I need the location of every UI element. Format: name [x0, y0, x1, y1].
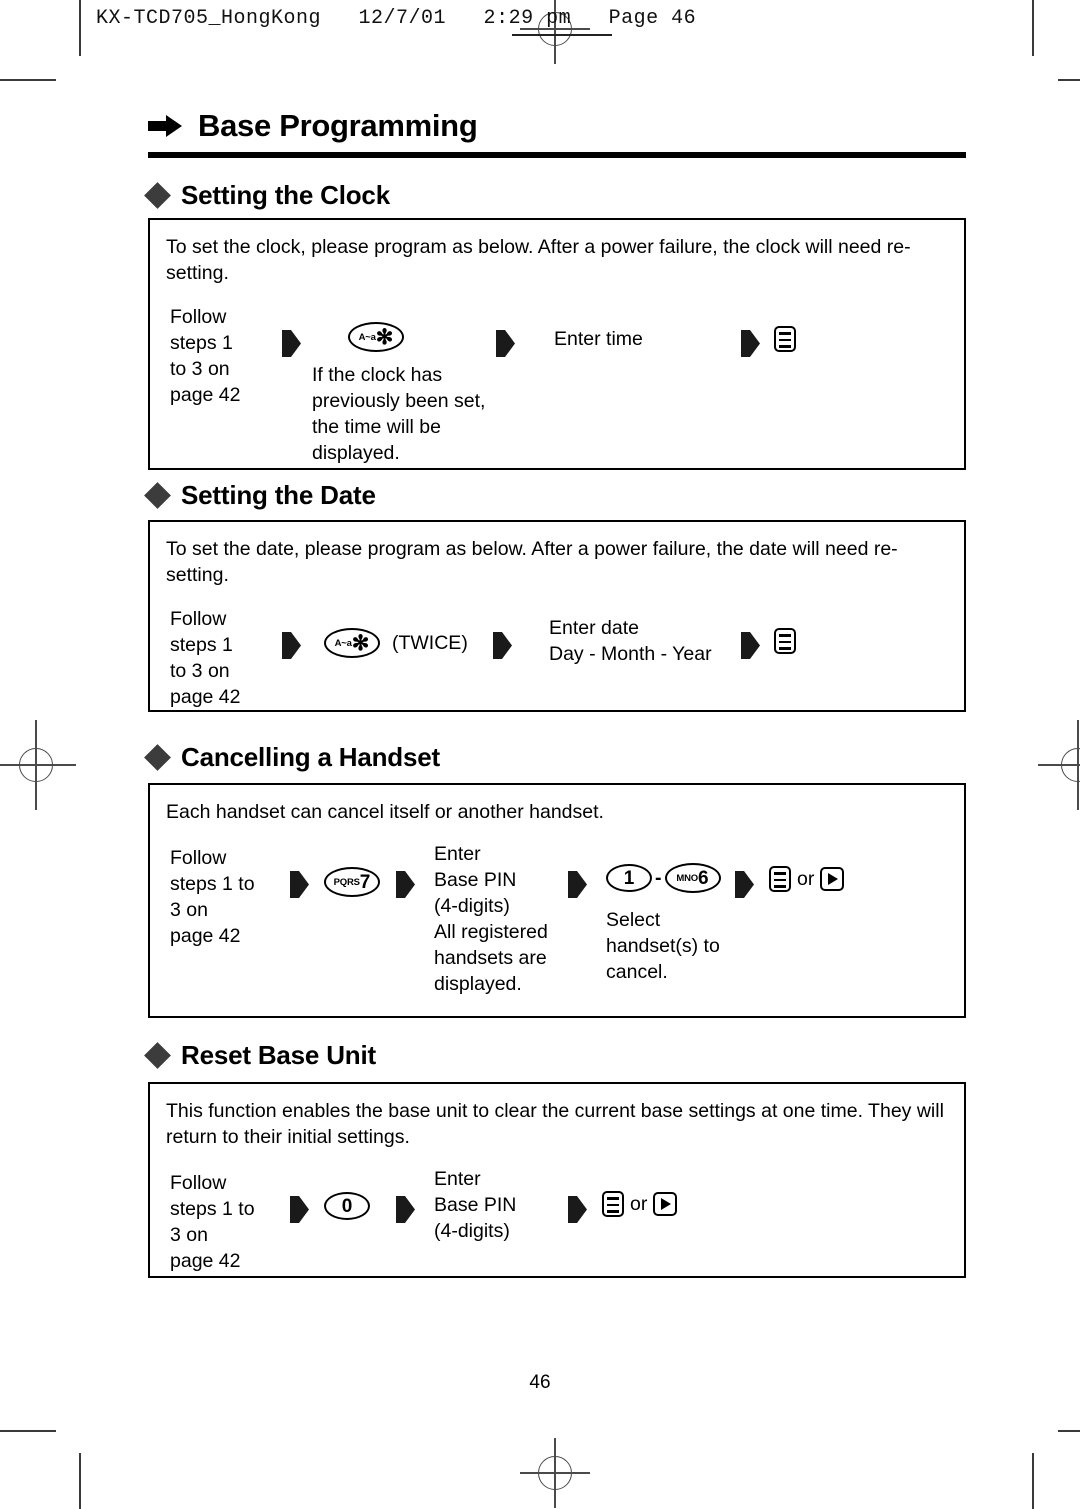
section-box-setting-the-date: To set the date, please program as below… — [148, 520, 966, 712]
step-confirm-menu-or-play: or — [602, 1191, 678, 1217]
step-label: Enter date Day - Month - Year — [549, 617, 712, 665]
document-page: Base Programming Setting the Clock To se… — [0, 0, 1080, 1509]
key-prefix-label: A~a — [334, 638, 352, 650]
section-heading-setting-the-date: Setting the Date — [144, 480, 376, 511]
step-pqrs7-key: PQRS 7 — [324, 867, 380, 897]
step-star-key: A~a ✻ If the clock has previously been se… — [312, 322, 548, 466]
menu-display-icon[interactable] — [774, 326, 796, 352]
key-prefix-label: MNO — [676, 873, 698, 885]
flow-arrow-icon — [566, 869, 588, 900]
right-arrow-icon — [148, 115, 182, 137]
key-pqrs-7[interactable]: PQRS 7 — [324, 867, 380, 897]
section-box-reset-base-unit: This function enables the base unit to c… — [148, 1082, 966, 1278]
section-title: Cancelling a Handset — [181, 742, 440, 772]
flow-arrow-icon — [288, 1194, 310, 1225]
key-a-to-a-star[interactable]: A~a ✻ — [348, 322, 404, 352]
diamond-bullet-icon — [144, 1042, 171, 1069]
step-follow-steps: Follow steps 1 to 3 on page 42 — [170, 1170, 290, 1274]
key-mno-6[interactable]: MNO 6 — [664, 863, 721, 893]
section-title: Setting the Clock — [181, 180, 390, 210]
section-title: Setting the Date — [181, 480, 376, 510]
section-box-cancelling-a-handset: Each handset can cancel itself or anothe… — [148, 783, 966, 1018]
diamond-bullet-icon — [144, 482, 171, 509]
step-follow-steps: Follow steps 1 to 3 on page 42 — [170, 606, 280, 710]
step-confirm-menu — [774, 628, 796, 654]
key-0[interactable]: 0 — [324, 1192, 370, 1220]
diamond-bullet-icon — [144, 744, 171, 771]
menu-display-icon[interactable] — [769, 866, 791, 892]
step-label: Follow steps 1 to 3 on page 42 — [170, 608, 241, 708]
key-glyph-label: 7 — [359, 871, 371, 893]
section-title: Reset Base Unit — [181, 1040, 376, 1070]
range-dash: - — [655, 866, 662, 889]
flow-arrow-icon — [394, 869, 416, 900]
flow-arrow-icon — [288, 869, 310, 900]
key-a-to-a-star[interactable]: A~a ✻ — [324, 628, 380, 658]
step-enter-date: Enter date Day - Month - Year — [549, 615, 759, 667]
or-label: or — [797, 867, 815, 890]
chapter-divider — [148, 152, 966, 158]
section-intro: This function enables the base unit to c… — [166, 1100, 944, 1148]
step-label: Follow steps 1 to 3 on page 42 — [170, 1172, 255, 1272]
key-glyph-label: 6 — [698, 867, 709, 889]
step-label: Follow steps 1 to 3 on page 42 — [170, 306, 241, 406]
step-confirm-menu-or-play: or — [769, 866, 845, 892]
step-zero-key: 0 — [324, 1192, 370, 1220]
key-glyph-label: 0 — [341, 1195, 353, 1217]
section-intro: Each handset can cancel itself or anothe… — [166, 801, 604, 823]
step-flow: Follow steps 1 to 3 on page 42 A~a ✻ If t… — [166, 304, 948, 464]
flow-arrow-icon — [491, 630, 513, 661]
play-right-icon[interactable] — [820, 867, 845, 891]
key-glyph-label: ✻ — [375, 325, 394, 349]
section-box-setting-the-clock: To set the clock, please program as belo… — [148, 218, 966, 470]
flow-arrow-icon — [739, 328, 761, 359]
step-flow: Follow steps 1 to 3 on page 42 0 Enter B… — [166, 1168, 948, 1280]
flow-arrow-icon — [494, 328, 516, 359]
step-enter-time: Enter time — [554, 326, 744, 352]
step-follow-steps: Follow steps 1 to 3 on page 42 — [170, 845, 290, 949]
play-right-icon[interactable] — [653, 1192, 678, 1216]
step-note: Select handset(s) to cancel. — [606, 909, 720, 983]
key-1[interactable]: 1 — [606, 864, 652, 892]
step-enter-base-pin: Enter Base PIN (4-digits) All registered… — [434, 841, 594, 997]
key-prefix-label: PQRS — [333, 877, 360, 889]
section-intro: To set the clock, please program as belo… — [166, 236, 911, 284]
chapter-heading: Base Programming — [148, 108, 968, 144]
section-heading-setting-the-clock: Setting the Clock — [144, 180, 390, 211]
step-label: Follow steps 1 to 3 on page 42 — [170, 847, 255, 947]
key-glyph-label: 1 — [623, 867, 635, 889]
step-follow-steps: Follow steps 1 to 3 on page 42 — [170, 304, 280, 408]
flow-arrow-icon — [280, 328, 302, 359]
step-note: All registered handsets are displayed. — [434, 921, 548, 995]
flow-arrow-icon — [280, 630, 302, 661]
step-label: Enter time — [554, 328, 643, 350]
section-heading-reset-base-unit: Reset Base Unit — [144, 1040, 376, 1071]
step-select-handset-range: 1 - MNO 6 Select handset(s) to cancel. — [606, 841, 791, 985]
step-note: If the clock has previously been set, th… — [312, 364, 486, 464]
flow-arrow-icon — [739, 630, 761, 661]
flow-arrow-icon — [566, 1194, 588, 1225]
section-intro: To set the date, please program as below… — [166, 538, 898, 586]
key-prefix-label: A~a — [358, 332, 376, 344]
step-flow: Follow steps 1 to 3 on page 42 A~a ✻ (TWI… — [166, 606, 948, 716]
flow-arrow-icon — [394, 1194, 416, 1225]
step-suffix-twice: (TWICE) — [392, 631, 468, 654]
diamond-bullet-icon — [144, 182, 171, 209]
page-number: 46 — [529, 1372, 551, 1393]
or-label: or — [630, 1192, 648, 1215]
flow-arrow-icon — [733, 869, 755, 900]
menu-display-icon[interactable] — [774, 628, 796, 654]
key-glyph-label: ✻ — [351, 631, 370, 655]
page-title: Base Programming — [198, 108, 478, 143]
section-heading-cancelling-a-handset: Cancelling a Handset — [144, 742, 440, 773]
step-confirm-menu — [774, 326, 796, 352]
menu-display-icon[interactable] — [602, 1191, 624, 1217]
step-flow: Follow steps 1 to 3 on page 42 PQRS 7 Ent… — [166, 843, 948, 1015]
